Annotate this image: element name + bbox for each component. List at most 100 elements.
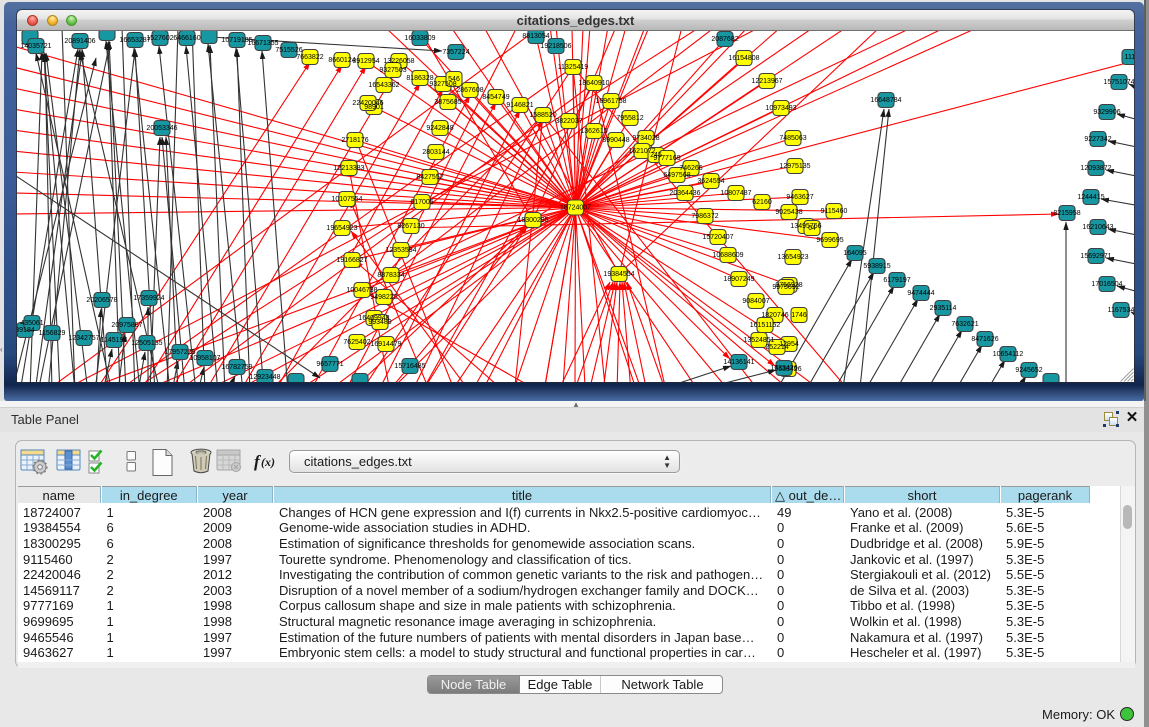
svg-text:(x): (x) xyxy=(261,455,275,469)
svg-text:16782759: 16782759 xyxy=(221,364,252,371)
svg-text:6179197: 6179197 xyxy=(883,277,910,284)
svg-text:5938915: 5938915 xyxy=(863,263,890,270)
svg-text:12975135: 12975135 xyxy=(779,163,810,170)
svg-text:1362615: 1362615 xyxy=(580,128,607,135)
svg-text:2935114: 2935114 xyxy=(930,305,957,312)
svg-text:7632621: 7632621 xyxy=(951,321,978,328)
svg-text:7485063: 7485063 xyxy=(779,135,806,142)
svg-text:8454749: 8454749 xyxy=(482,94,509,101)
svg-text:16961758: 16961758 xyxy=(595,98,626,105)
svg-text:1167534: 1167534 xyxy=(1108,307,1134,314)
svg-text:9699695: 9699695 xyxy=(816,237,843,244)
svg-text:7357224: 7357224 xyxy=(442,49,469,56)
svg-text:9777169: 9777169 xyxy=(653,155,680,162)
svg-text:20206578: 20206578 xyxy=(86,297,117,304)
svg-text:2867608: 2867608 xyxy=(456,87,483,94)
svg-text:22420046: 22420046 xyxy=(352,100,383,107)
svg-text:9734028: 9734028 xyxy=(632,135,659,142)
svg-text:6466160: 6466160 xyxy=(173,35,200,42)
svg-text:15720407: 15720407 xyxy=(702,234,733,241)
svg-text:64: 64 xyxy=(808,225,816,232)
svg-text:10807487: 10807487 xyxy=(720,190,751,197)
svg-text:11325419: 11325419 xyxy=(558,64,589,71)
svg-text:9474444: 9474444 xyxy=(907,290,934,297)
svg-text:14035721: 14035721 xyxy=(20,43,51,50)
svg-text:435061: 435061 xyxy=(20,320,43,327)
svg-text:1145194: 1145194 xyxy=(101,337,128,344)
svg-text:17016504: 17016504 xyxy=(1091,281,1122,288)
svg-text:18300295: 18300295 xyxy=(517,217,548,224)
svg-text:18724007: 18724007 xyxy=(560,205,591,212)
svg-text:7625402: 7625402 xyxy=(343,339,370,346)
svg-text:6497568: 6497568 xyxy=(663,172,690,179)
svg-text:20364436: 20364436 xyxy=(669,190,700,197)
svg-text:16154808: 16154808 xyxy=(728,55,759,62)
svg-text:20053346: 20053346 xyxy=(146,125,177,132)
svg-text:746266: 746266 xyxy=(679,165,702,172)
svg-text:17359924: 17359924 xyxy=(133,295,164,302)
svg-text:8990448: 8990448 xyxy=(602,137,629,144)
svg-text:7515526: 7515526 xyxy=(275,47,302,54)
svg-text:62160: 62160 xyxy=(752,199,772,206)
svg-text:1527602: 1527602 xyxy=(146,35,173,42)
svg-text:8813054: 8813054 xyxy=(522,33,549,40)
svg-text:18907249: 18907249 xyxy=(723,276,754,283)
svg-text:2087682: 2087682 xyxy=(711,36,738,43)
svg-text:9329906: 9329906 xyxy=(1093,109,1120,116)
svg-text:8427552: 8427552 xyxy=(416,174,443,181)
svg-text:1820746: 1820746 xyxy=(761,312,788,319)
svg-text:8912954: 8912954 xyxy=(352,58,379,65)
svg-text:546: 546 xyxy=(448,76,460,83)
svg-text:19166827: 19166827 xyxy=(336,257,367,264)
svg-text:252214: 252214 xyxy=(765,344,788,351)
svg-text:3822037: 3822037 xyxy=(555,118,582,125)
svg-text:12342757: 12342757 xyxy=(68,335,99,342)
svg-text:9227342: 9227342 xyxy=(1084,136,1111,143)
svg-text:14136141: 14136141 xyxy=(723,359,754,366)
svg-text:9327503: 9327503 xyxy=(379,67,406,74)
svg-text:2803144: 2803144 xyxy=(422,149,449,156)
svg-text:1733426: 1733426 xyxy=(770,365,797,372)
svg-text:16210643: 16210643 xyxy=(1082,224,1113,231)
svg-text:19218506: 19218506 xyxy=(540,43,571,50)
svg-text:13654923: 13654923 xyxy=(777,254,808,261)
svg-text:16543362: 16543362 xyxy=(368,82,399,89)
svg-text:3624554: 3624554 xyxy=(697,178,724,185)
svg-text:8215958: 8215958 xyxy=(1053,210,1080,217)
svg-text:12923448: 12923448 xyxy=(249,374,280,381)
svg-text:1746: 1746 xyxy=(791,312,807,319)
svg-text:8471626: 8471626 xyxy=(971,336,998,343)
svg-text:7955812: 7955812 xyxy=(616,115,643,122)
svg-text:10107554: 10107554 xyxy=(331,196,362,203)
svg-text:9146821: 9146821 xyxy=(506,102,533,109)
svg-text:9975692: 9975692 xyxy=(772,284,799,291)
svg-text:12213383: 12213383 xyxy=(333,165,364,172)
svg-text:2718176: 2718176 xyxy=(341,137,368,144)
svg-text:13495756: 13495756 xyxy=(790,223,821,230)
svg-text:1588520: 1588520 xyxy=(529,112,556,119)
svg-text:12093872: 12093872 xyxy=(1080,165,1111,172)
svg-text:7986372: 7986372 xyxy=(691,213,718,220)
svg-text:1156829: 1156829 xyxy=(39,330,66,337)
svg-text:993489: 993489 xyxy=(368,319,391,326)
svg-text:9084007: 9084007 xyxy=(742,298,769,305)
svg-text:39184: 39184 xyxy=(17,327,35,334)
svg-text:16151152: 16151152 xyxy=(750,322,781,329)
svg-text:12353594: 12353594 xyxy=(385,247,416,254)
svg-text:9245652: 9245652 xyxy=(1015,367,1042,374)
svg-text:13226058: 13226058 xyxy=(383,58,414,65)
svg-text:1244415: 1244415 xyxy=(1077,194,1104,201)
svg-text:12213967: 12213967 xyxy=(751,78,782,85)
svg-text:16033809: 16033809 xyxy=(404,35,435,42)
svg-text:16671355: 16671355 xyxy=(247,40,278,47)
svg-text:13524851: 13524851 xyxy=(743,337,774,344)
svg-text:10958107: 10958107 xyxy=(189,355,220,362)
svg-text:111: 111 xyxy=(1125,54,1134,61)
svg-text:9498222: 9498222 xyxy=(370,294,397,301)
svg-text:3875685: 3875685 xyxy=(434,99,461,106)
svg-text:9115460: 9115460 xyxy=(821,208,848,215)
svg-text:10654112: 10654112 xyxy=(993,351,1024,358)
svg-text:164095: 164095 xyxy=(843,250,866,257)
svg-text:15692971: 15692971 xyxy=(1080,253,1111,260)
svg-text:7663822: 7663822 xyxy=(296,54,323,61)
